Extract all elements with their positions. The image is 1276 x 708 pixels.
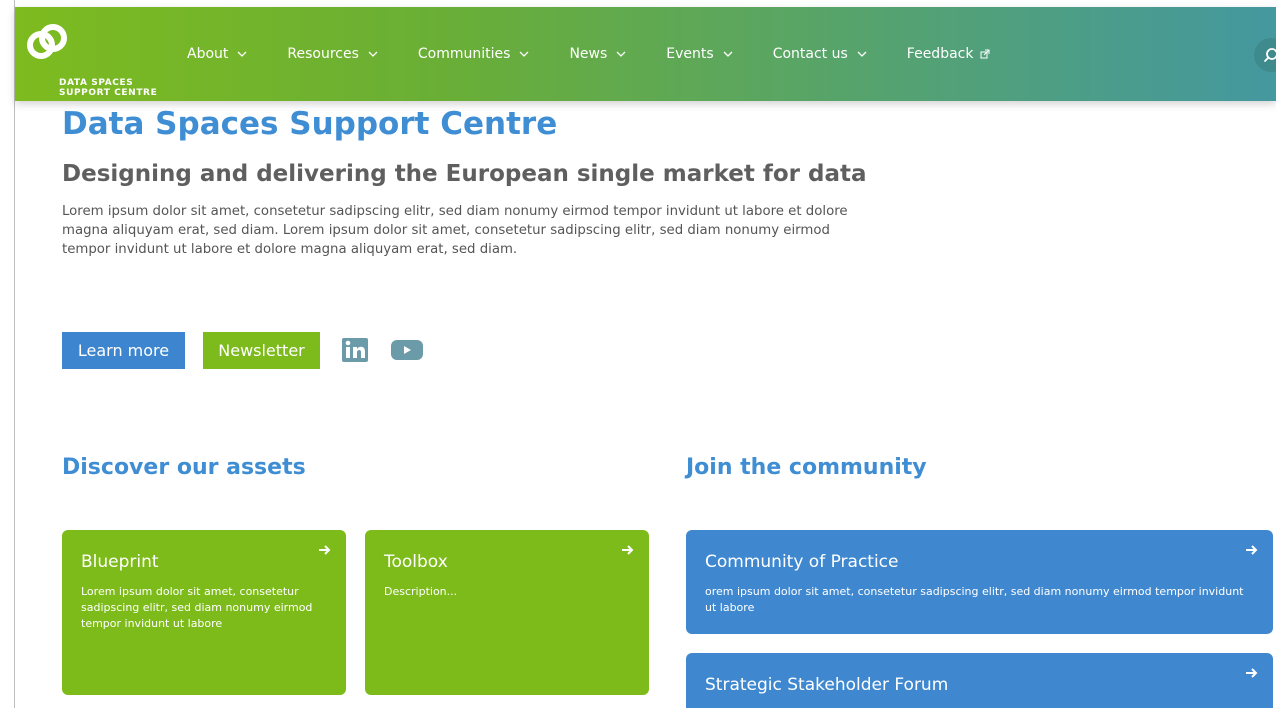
nav-item-label: About [187, 46, 229, 62]
card-title: Blueprint [81, 552, 159, 572]
nav-item-label: Events [666, 46, 714, 62]
card-community-of-practice[interactable]: Community of Practice orem ipsum dolor s… [686, 530, 1273, 634]
page-title: Data Spaces Support Centre [62, 106, 558, 142]
community-heading: Join the community [686, 455, 927, 480]
nav-item-contact-us[interactable]: Contact us [773, 46, 867, 62]
chevron-down-icon [519, 51, 529, 57]
chevron-down-icon [368, 51, 378, 57]
main-nav: About Resources Communities News Events … [187, 44, 990, 64]
nav-item-label: Resources [287, 46, 359, 62]
card-blueprint[interactable]: Blueprint Lorem ipsum dolor sit amet, co… [62, 530, 346, 695]
search-button[interactable] [1254, 38, 1276, 72]
learn-more-button[interactable]: Learn more [62, 332, 185, 369]
card-description: Lorem ipsum dolor sit amet, consetetur s… [81, 585, 313, 630]
site-logo[interactable]: DATA SPACES SUPPORT CENTRE [23, 19, 173, 98]
card-title: Community of Practice [705, 552, 899, 572]
nav-item-label: News [569, 46, 608, 62]
nav-item-about[interactable]: About [187, 46, 247, 62]
nav-item-feedback[interactable]: Feedback [907, 46, 991, 62]
logo-text: DATA SPACES SUPPORT CENTRE [59, 78, 158, 98]
site-header: DATA SPACES SUPPORT CENTRE About Resourc… [15, 7, 1276, 101]
nav-item-news[interactable]: News [569, 46, 626, 62]
chevron-down-icon [616, 51, 626, 57]
chevron-down-icon [857, 51, 867, 57]
assets-heading: Discover our assets [62, 455, 306, 480]
nav-item-label: Contact us [772, 46, 848, 62]
newsletter-button[interactable]: Newsletter [203, 332, 320, 369]
chevron-down-icon [237, 51, 247, 57]
nav-item-communities[interactable]: Communities [418, 46, 530, 62]
card-description: orem ipsum dolor sit amet, consetetur sa… [705, 585, 1244, 614]
arrow-right-icon [622, 545, 634, 555]
card-title: Toolbox [384, 552, 448, 572]
nav-item-label: Feedback [906, 46, 974, 62]
logo-mark-icon [27, 24, 67, 59]
external-link-icon [980, 49, 990, 59]
card-strategic-stakeholder-forum[interactable]: Strategic Stakeholder Forum [686, 653, 1273, 708]
card-title: Strategic Stakeholder Forum [705, 675, 949, 695]
arrow-right-icon [319, 545, 331, 555]
youtube-icon[interactable] [391, 340, 423, 360]
arrow-right-icon [1246, 545, 1258, 555]
nav-item-events[interactable]: Events [666, 46, 733, 62]
linkedin-icon[interactable] [342, 338, 368, 362]
page-subtitle: Designing and delivering the European si… [62, 161, 867, 187]
nav-item-resources[interactable]: Resources [287, 46, 378, 62]
page-left-border [14, 0, 15, 708]
card-description: Description... [384, 585, 458, 598]
arrow-right-icon [1246, 668, 1258, 678]
nav-item-label: Communities [417, 46, 511, 62]
chevron-down-icon [723, 51, 733, 57]
card-toolbox[interactable]: Toolbox Description... [365, 530, 649, 695]
hero-description: Lorem ipsum dolor sit amet, consetetur s… [62, 204, 848, 257]
search-icon [1264, 48, 1276, 62]
